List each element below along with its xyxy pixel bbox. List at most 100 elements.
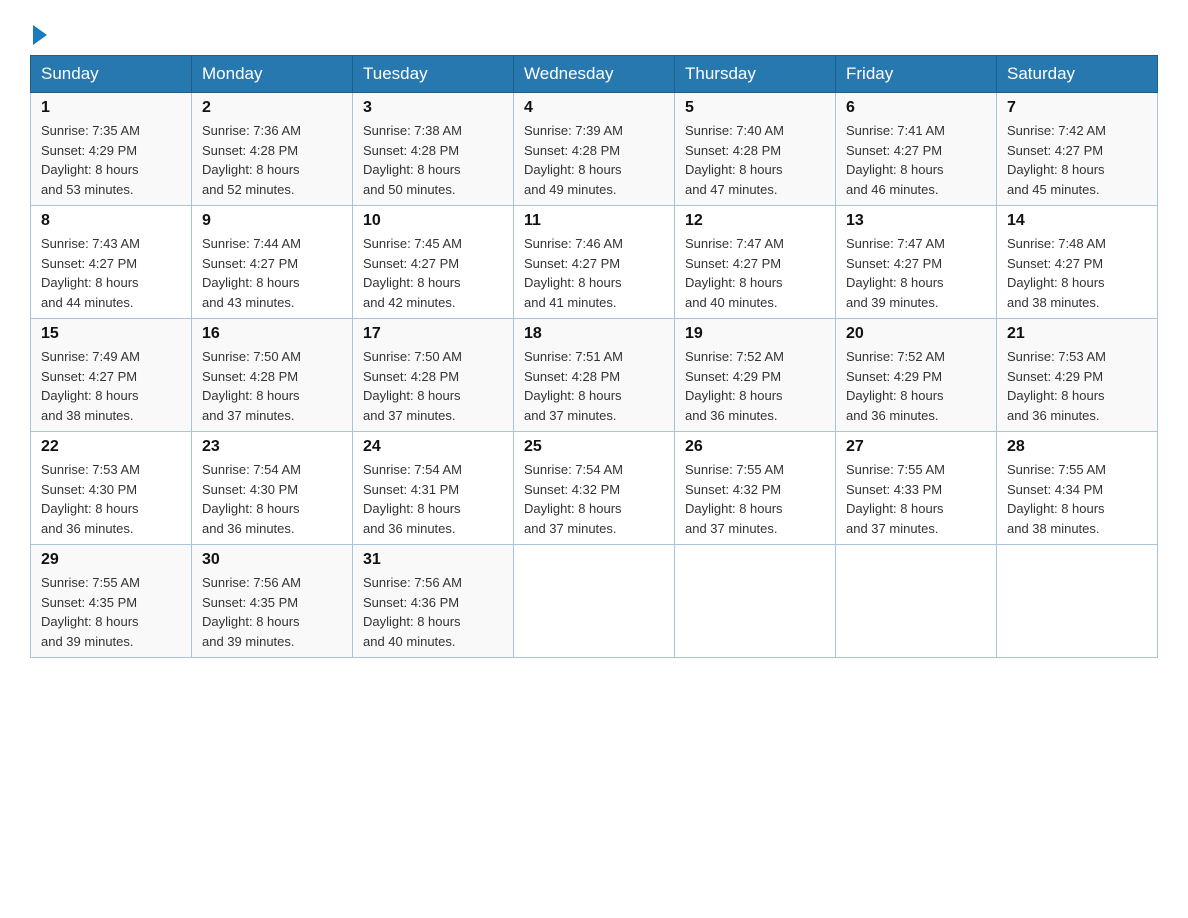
day-info: Sunrise: 7:45 AMSunset: 4:27 PMDaylight:… — [363, 234, 503, 312]
calendar-day-cell — [675, 545, 836, 658]
day-info: Sunrise: 7:55 AMSunset: 4:34 PMDaylight:… — [1007, 460, 1147, 538]
calendar-day-cell: 11 Sunrise: 7:46 AMSunset: 4:27 PMDayligh… — [514, 206, 675, 319]
day-info: Sunrise: 7:38 AMSunset: 4:28 PMDaylight:… — [363, 121, 503, 199]
calendar-day-cell: 17 Sunrise: 7:50 AMSunset: 4:28 PMDayligh… — [353, 319, 514, 432]
day-number: 8 — [41, 212, 181, 230]
day-of-week-header: Saturday — [997, 56, 1158, 93]
day-info: Sunrise: 7:50 AMSunset: 4:28 PMDaylight:… — [202, 347, 342, 425]
day-number: 3 — [363, 99, 503, 117]
calendar-day-cell: 4 Sunrise: 7:39 AMSunset: 4:28 PMDaylight… — [514, 93, 675, 206]
calendar-day-cell: 10 Sunrise: 7:45 AMSunset: 4:27 PMDayligh… — [353, 206, 514, 319]
day-info: Sunrise: 7:36 AMSunset: 4:28 PMDaylight:… — [202, 121, 342, 199]
day-number: 31 — [363, 551, 503, 569]
day-number: 2 — [202, 99, 342, 117]
calendar-day-cell: 5 Sunrise: 7:40 AMSunset: 4:28 PMDaylight… — [675, 93, 836, 206]
day-info: Sunrise: 7:51 AMSunset: 4:28 PMDaylight:… — [524, 347, 664, 425]
day-of-week-header: Wednesday — [514, 56, 675, 93]
logo — [30, 20, 47, 45]
day-number: 26 — [685, 438, 825, 456]
day-number: 16 — [202, 325, 342, 343]
day-info: Sunrise: 7:49 AMSunset: 4:27 PMDaylight:… — [41, 347, 181, 425]
calendar-day-cell: 28 Sunrise: 7:55 AMSunset: 4:34 PMDayligh… — [997, 432, 1158, 545]
calendar-table: SundayMondayTuesdayWednesdayThursdayFrid… — [30, 55, 1158, 658]
day-number: 11 — [524, 212, 664, 230]
calendar-header-row: SundayMondayTuesdayWednesdayThursdayFrid… — [31, 56, 1158, 93]
calendar-day-cell: 29Sunrise: 7:55 AMSunset: 4:35 PMDayligh… — [31, 545, 192, 658]
day-info: Sunrise: 7:35 AMSunset: 4:29 PMDaylight:… — [41, 121, 181, 199]
calendar-day-cell: 3 Sunrise: 7:38 AMSunset: 4:28 PMDaylight… — [353, 93, 514, 206]
day-info: Sunrise: 7:54 AMSunset: 4:31 PMDaylight:… — [363, 460, 503, 538]
day-number: 6 — [846, 99, 986, 117]
day-of-week-header: Thursday — [675, 56, 836, 93]
calendar-day-cell — [997, 545, 1158, 658]
calendar-day-cell — [836, 545, 997, 658]
calendar-week-row: 29Sunrise: 7:55 AMSunset: 4:35 PMDayligh… — [31, 545, 1158, 658]
calendar-day-cell: 7Sunrise: 7:42 AMSunset: 4:27 PMDaylight… — [997, 93, 1158, 206]
calendar-day-cell: 6Sunrise: 7:41 AMSunset: 4:27 PMDaylight… — [836, 93, 997, 206]
calendar-week-row: 15Sunrise: 7:49 AMSunset: 4:27 PMDayligh… — [31, 319, 1158, 432]
day-info: Sunrise: 7:46 AMSunset: 4:27 PMDaylight:… — [524, 234, 664, 312]
calendar-day-cell: 12Sunrise: 7:47 AMSunset: 4:27 PMDayligh… — [675, 206, 836, 319]
calendar-day-cell: 1 Sunrise: 7:35 AMSunset: 4:29 PMDaylight… — [31, 93, 192, 206]
calendar-day-cell: 25 Sunrise: 7:54 AMSunset: 4:32 PMDayligh… — [514, 432, 675, 545]
calendar-week-row: 22 Sunrise: 7:53 AMSunset: 4:30 PMDayligh… — [31, 432, 1158, 545]
day-number: 5 — [685, 99, 825, 117]
day-info: Sunrise: 7:50 AMSunset: 4:28 PMDaylight:… — [363, 347, 503, 425]
day-number: 12 — [685, 212, 825, 230]
day-number: 27 — [846, 438, 986, 456]
day-info: Sunrise: 7:40 AMSunset: 4:28 PMDaylight:… — [685, 121, 825, 199]
day-number: 30 — [202, 551, 342, 569]
calendar-day-cell — [514, 545, 675, 658]
day-info: Sunrise: 7:55 AMSunset: 4:35 PMDaylight:… — [41, 573, 181, 651]
day-of-week-header: Sunday — [31, 56, 192, 93]
calendar-day-cell: 27 Sunrise: 7:55 AMSunset: 4:33 PMDayligh… — [836, 432, 997, 545]
day-number: 28 — [1007, 438, 1147, 456]
day-info: Sunrise: 7:55 AMSunset: 4:33 PMDaylight:… — [846, 460, 986, 538]
day-number: 10 — [363, 212, 503, 230]
calendar-day-cell: 26Sunrise: 7:55 AMSunset: 4:32 PMDayligh… — [675, 432, 836, 545]
day-number: 1 — [41, 99, 181, 117]
day-number: 24 — [363, 438, 503, 456]
day-of-week-header: Monday — [192, 56, 353, 93]
calendar-week-row: 1 Sunrise: 7:35 AMSunset: 4:29 PMDaylight… — [31, 93, 1158, 206]
day-info: Sunrise: 7:39 AMSunset: 4:28 PMDaylight:… — [524, 121, 664, 199]
calendar-day-cell: 23Sunrise: 7:54 AMSunset: 4:30 PMDayligh… — [192, 432, 353, 545]
calendar-day-cell: 13 Sunrise: 7:47 AMSunset: 4:27 PMDayligh… — [836, 206, 997, 319]
page-header — [30, 20, 1158, 45]
calendar-day-cell: 9 Sunrise: 7:44 AMSunset: 4:27 PMDaylight… — [192, 206, 353, 319]
day-info: Sunrise: 7:54 AMSunset: 4:32 PMDaylight:… — [524, 460, 664, 538]
day-number: 7 — [1007, 99, 1147, 117]
day-number: 17 — [363, 325, 503, 343]
day-info: Sunrise: 7:52 AMSunset: 4:29 PMDaylight:… — [685, 347, 825, 425]
day-number: 25 — [524, 438, 664, 456]
day-number: 9 — [202, 212, 342, 230]
calendar-day-cell: 31 Sunrise: 7:56 AMSunset: 4:36 PMDayligh… — [353, 545, 514, 658]
day-number: 22 — [41, 438, 181, 456]
day-info: Sunrise: 7:44 AMSunset: 4:27 PMDaylight:… — [202, 234, 342, 312]
day-info: Sunrise: 7:52 AMSunset: 4:29 PMDaylight:… — [846, 347, 986, 425]
day-number: 18 — [524, 325, 664, 343]
day-number: 4 — [524, 99, 664, 117]
calendar-day-cell: 20 Sunrise: 7:52 AMSunset: 4:29 PMDayligh… — [836, 319, 997, 432]
day-number: 20 — [846, 325, 986, 343]
day-info: Sunrise: 7:47 AMSunset: 4:27 PMDaylight:… — [846, 234, 986, 312]
day-number: 19 — [685, 325, 825, 343]
calendar-day-cell: 19 Sunrise: 7:52 AMSunset: 4:29 PMDayligh… — [675, 319, 836, 432]
calendar-day-cell: 18 Sunrise: 7:51 AMSunset: 4:28 PMDayligh… — [514, 319, 675, 432]
day-info: Sunrise: 7:56 AMSunset: 4:36 PMDaylight:… — [363, 573, 503, 651]
calendar-day-cell: 15Sunrise: 7:49 AMSunset: 4:27 PMDayligh… — [31, 319, 192, 432]
calendar-day-cell: 22 Sunrise: 7:53 AMSunset: 4:30 PMDayligh… — [31, 432, 192, 545]
day-info: Sunrise: 7:53 AMSunset: 4:30 PMDaylight:… — [41, 460, 181, 538]
day-info: Sunrise: 7:53 AMSunset: 4:29 PMDaylight:… — [1007, 347, 1147, 425]
calendar-day-cell: 8 Sunrise: 7:43 AMSunset: 4:27 PMDaylight… — [31, 206, 192, 319]
calendar-day-cell: 14Sunrise: 7:48 AMSunset: 4:27 PMDayligh… — [997, 206, 1158, 319]
day-of-week-header: Friday — [836, 56, 997, 93]
logo-blue-text — [30, 25, 47, 45]
day-number: 14 — [1007, 212, 1147, 230]
calendar-day-cell: 2 Sunrise: 7:36 AMSunset: 4:28 PMDaylight… — [192, 93, 353, 206]
day-number: 13 — [846, 212, 986, 230]
day-info: Sunrise: 7:56 AMSunset: 4:35 PMDaylight:… — [202, 573, 342, 651]
logo-triangle-icon — [33, 25, 47, 45]
day-info: Sunrise: 7:43 AMSunset: 4:27 PMDaylight:… — [41, 234, 181, 312]
day-of-week-header: Tuesday — [353, 56, 514, 93]
